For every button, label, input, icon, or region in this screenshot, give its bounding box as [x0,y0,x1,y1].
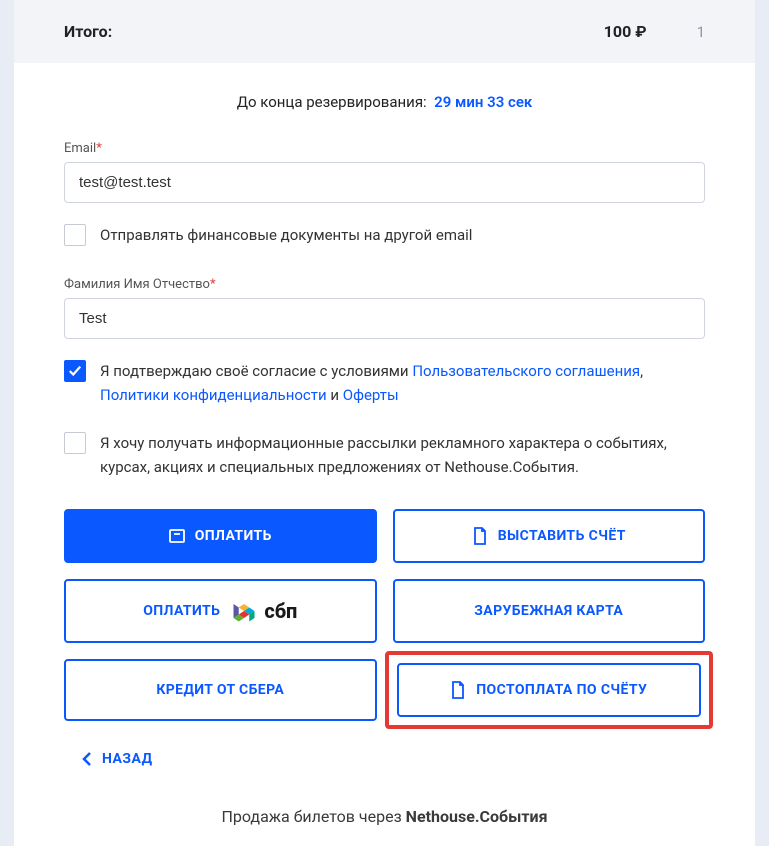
email-field[interactable] [64,162,705,203]
document-icon [450,681,466,699]
timer-label: До конца резервирования: [237,93,427,111]
name-group: Фамилия Имя Отчество* [64,277,705,339]
foreign-card-button[interactable]: ЗАРУБЕЖНАЯ КАРТА [393,579,706,643]
post-pay-button[interactable]: ПОСТОПЛАТА ПО СЧЁТУ [397,663,702,717]
sber-credit-button[interactable]: КРЕДИТ ОТ СБЕРА [64,659,377,721]
checkout-form: До конца резервирования: 29 мин 33 сек E… [14,63,755,846]
summary-right: 100 ₽ 1 [604,22,705,41]
highlighted-option: ПОСТОПЛАТА ПО СЧЁТУ [385,651,714,729]
required-mark: * [96,141,102,156]
card-icon [169,527,185,545]
marketing-checkbox[interactable] [64,432,86,454]
email-group: Email* [64,141,705,203]
pay-button[interactable]: ОПЛАТИТЬ [64,509,377,563]
sbp-icon [230,597,258,625]
timer-value: 29 мин 33 сек [434,93,532,111]
name-label: Фамилия Имя Отчество* [64,277,705,292]
agreement-checkbox[interactable] [64,360,86,382]
offer-link[interactable]: Оферты [343,386,399,404]
payment-buttons: ОПЛАТИТЬ ВЫСТАВИТЬ СЧЁТ ОПЛАТИТЬ [64,509,705,721]
invoice-button[interactable]: ВЫСТАВИТЬ СЧЁТ [393,509,706,563]
summary-bar: Итого: 100 ₽ 1 [14,0,755,63]
footer-brand: Nethouse.События [406,807,548,826]
summary-label: Итого: [64,22,112,41]
summary-price: 100 ₽ [604,22,647,41]
required-mark: * [210,277,216,292]
agreement-text: Я подтверждаю своё согласие с условиями … [100,359,705,407]
document-icon [472,527,488,545]
user-agreement-link[interactable]: Пользовательского соглашения [412,362,640,380]
privacy-policy-link[interactable]: Политики конфиденциальности [100,386,327,404]
pay-sbp-button[interactable]: ОПЛАТИТЬ сбп [64,579,377,643]
other-email-label: Отправлять финансовые документы на друго… [100,223,705,247]
check-icon [68,364,82,378]
chevron-left-icon [82,752,92,766]
other-email-row: Отправлять финансовые документы на друго… [64,223,705,247]
footer-attribution: Продажа билетов через Nethouse.События [64,787,705,836]
reservation-timer: До конца резервирования: 29 мин 33 сек [64,93,705,111]
back-button[interactable]: НАЗАД [64,751,153,767]
marketing-row: Я хочу получать информационные рассылки … [64,431,705,479]
email-label: Email* [64,141,705,156]
sbp-logo: сбп [230,597,297,625]
marketing-label: Я хочу получать информационные рассылки … [100,431,705,479]
other-email-checkbox[interactable] [64,224,86,246]
summary-qty: 1 [697,23,705,41]
agreement-row: Я подтверждаю своё согласие с условиями … [64,359,705,407]
name-field[interactable] [64,298,705,339]
